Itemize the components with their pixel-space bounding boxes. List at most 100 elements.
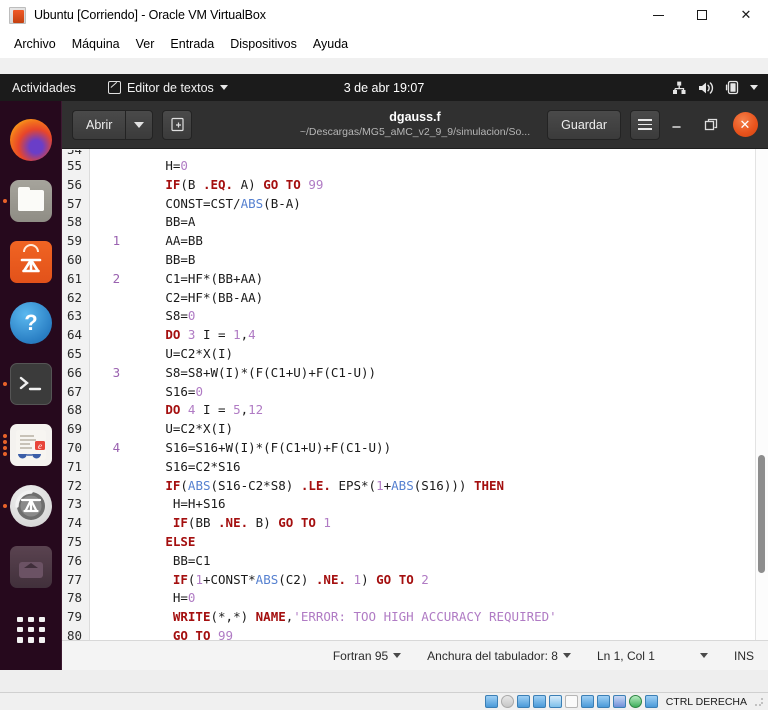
code-line[interactable]: IF(ABS(S16-C2*S8) .LE. EPS*(1+ABS(S16)))… — [90, 477, 768, 496]
statement-label: 3 — [90, 364, 121, 380]
code-line[interactable]: BB=C1 — [90, 552, 768, 571]
line-number: 64 — [67, 327, 83, 343]
chevron-down-icon — [562, 653, 571, 658]
code-line[interactable]: 2 C1=HF*(BB+AA) — [90, 270, 768, 289]
line-number: 66 — [67, 364, 83, 380]
minimize-icon — [671, 126, 681, 128]
line-number: 76 — [67, 552, 83, 568]
hamburger-menu-button[interactable] — [630, 109, 660, 140]
tab-width-selector[interactable]: Anchura del tabulador: 8 — [427, 649, 571, 663]
vbox-minimize-button[interactable] — [636, 0, 680, 30]
running-indicator — [2, 198, 7, 203]
code-line[interactable]: WRITE(*,*) NAME,'ERROR: TOO HIGH ACCURAC… — [90, 608, 768, 627]
open-button[interactable]: Abrir — [72, 109, 126, 140]
new-document-icon — [171, 117, 184, 132]
code-line[interactable]: 4 S16=S16+W(I)*(F(C1+U)+F(C1-U)) — [90, 439, 768, 458]
app-menu-button[interactable]: Editor de textos — [107, 80, 228, 95]
vbox-status-bar: CTRL DERECHA — [0, 692, 768, 710]
dock-item-software-updater[interactable] — [0, 475, 62, 536]
menu-ver[interactable]: Ver — [128, 34, 163, 54]
scrollbar-thumb[interactable] — [758, 455, 765, 573]
network-icon — [673, 81, 686, 94]
line-number: 54 — [67, 150, 82, 157]
line-number: 56 — [67, 176, 83, 192]
code-line[interactable]: DO 3 I = 1,4 — [90, 326, 768, 345]
host-bottom-strip — [0, 670, 768, 692]
code-line[interactable]: H=0 — [90, 157, 768, 176]
firefox-icon — [9, 118, 52, 161]
dock-item-files[interactable] — [0, 170, 62, 231]
menu-archivo[interactable]: Archivo — [6, 34, 64, 54]
dock-item-terminal[interactable] — [0, 353, 62, 414]
restore-icon — [704, 118, 718, 130]
code-editor-area[interactable]: 5455 56 57 58 59 60 61 62 63 64 65 66 67 68 69 70 71 72 73… — [62, 149, 768, 640]
vertical-scrollbar[interactable] — [755, 149, 768, 640]
new-document-button[interactable] — [162, 109, 193, 140]
line-number: 78 — [67, 590, 83, 606]
save-button[interactable]: Guardar — [547, 109, 621, 140]
system-status-area[interactable] — [672, 80, 758, 95]
code-line[interactable]: IF(1+CONST*ABS(C2) .NE. 1) GO TO 2 — [90, 571, 768, 590]
hard-disk-icon — [484, 695, 498, 708]
line-number: 69 — [67, 421, 83, 437]
line-number: 63 — [67, 308, 83, 324]
vbox-maximize-button[interactable] — [680, 0, 724, 30]
ubuntu-software-icon — [9, 240, 52, 283]
code-line[interactable]: BB=A — [90, 213, 768, 232]
show-applications-button[interactable] — [0, 599, 62, 660]
statement-label: 2 — [90, 270, 121, 286]
running-indicator — [2, 503, 7, 508]
line-number: 55 — [67, 158, 83, 173]
source-code-text[interactable]: H=0 IF(B .EQ. A) GO TO 99 CONST=CST/ABS(… — [90, 149, 768, 640]
code-line[interactable]: 1 AA=BB — [90, 232, 768, 251]
code-line[interactable]: ELSE — [90, 533, 768, 552]
code-line[interactable]: C2=HF*(BB-AA) — [90, 289, 768, 308]
chevron-down-icon — [393, 653, 402, 658]
code-line[interactable]: S16=C2*S16 — [90, 458, 768, 477]
text-editor-icon: e — [9, 423, 52, 466]
code-line[interactable]: BB=B — [90, 251, 768, 270]
editor-minimize-button[interactable] — [660, 105, 694, 145]
activities-button[interactable]: Actividades — [0, 81, 86, 95]
code-line[interactable]: S16=0 — [90, 383, 768, 402]
dock-item-firefox[interactable] — [0, 109, 62, 170]
menu-entrada[interactable]: Entrada — [162, 34, 222, 54]
open-dropdown-button[interactable] — [125, 109, 154, 140]
code-line[interactable]: H=H+S16 — [90, 495, 768, 514]
app-menu-label: Editor de textos — [126, 80, 214, 95]
svg-text:?: ? — [24, 310, 37, 335]
editor-close-button[interactable]: ✕ — [728, 105, 762, 145]
dock-item-help[interactable]: ? — [0, 292, 62, 353]
code-line[interactable]: H=0 — [90, 589, 768, 608]
resize-grip[interactable] — [754, 696, 764, 707]
line-number: 74 — [67, 515, 83, 531]
dock-item-text-editor[interactable]: e — [0, 414, 62, 475]
virtualbox-icon — [9, 6, 26, 24]
vbox-close-button[interactable]: ✕ — [724, 0, 768, 30]
shared-folder-icon — [564, 695, 578, 708]
code-line[interactable]: IF(B .EQ. A) GO TO 99 — [90, 176, 768, 195]
code-line[interactable]: S8=0 — [90, 307, 768, 326]
dock-item-trash[interactable] — [0, 536, 62, 597]
close-icon: ✕ — [732, 112, 758, 137]
menu-ayuda[interactable]: Ayuda — [305, 34, 356, 54]
floppy-icon — [516, 695, 530, 708]
code-line[interactable]: 3 S8=S8+W(I)*(F(C1+U)+F(C1-U)) — [90, 364, 768, 383]
insert-mode-label: INS — [733, 648, 754, 663]
code-line[interactable]: IF(BB .NE. B) GO TO 1 — [90, 514, 768, 533]
menu-maquina[interactable]: Máquina — [64, 34, 128, 54]
vbox-window-title: Ubuntu [Corriendo] - Oracle VM VirtualBo… — [34, 8, 266, 22]
menu-dispositivos[interactable]: Dispositivos — [222, 34, 305, 54]
show-applications-icon — [11, 610, 51, 650]
cursor-position[interactable]: Ln 1, Col 1 — [597, 649, 708, 663]
editor-restore-button[interactable] — [694, 105, 728, 145]
code-line[interactable]: GO TO 99 — [90, 627, 768, 640]
language-selector[interactable]: Fortran 95 — [333, 649, 402, 663]
code-line[interactable]: DO 4 I = 5,12 — [90, 401, 768, 420]
code-line[interactable]: CONST=CST/ABS(B-A) — [90, 195, 768, 214]
code-line[interactable]: U=C2*X(I) — [90, 420, 768, 439]
dock-item-ubuntu-software[interactable] — [0, 231, 62, 292]
code-line[interactable]: U=C2*X(I) — [90, 345, 768, 364]
line-number: 60 — [67, 251, 83, 267]
software-updater-icon — [9, 484, 52, 527]
